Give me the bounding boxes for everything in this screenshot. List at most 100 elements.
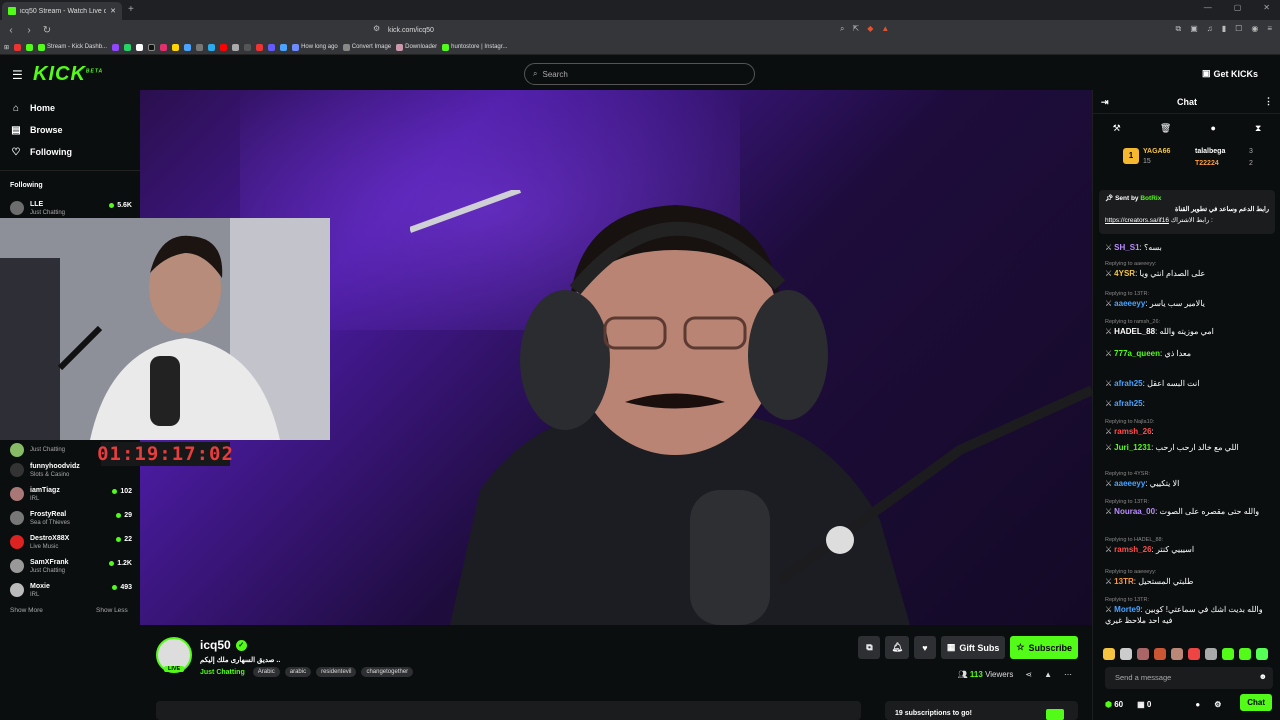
chat-username[interactable]: SH_S1 <box>1114 243 1139 252</box>
chat-username[interactable]: 13TR <box>1114 577 1134 586</box>
emoji-icon[interactable]: ☻ <box>1259 672 1267 681</box>
chat-username[interactable]: Nouraa_00 <box>1114 507 1155 516</box>
show-less-button[interactable]: Show Less <box>96 607 128 614</box>
bookmark-icon-12[interactable] <box>220 43 228 51</box>
bookmark-icon-4[interactable] <box>124 43 132 51</box>
chat-bubble-icon[interactable]: ● <box>1210 123 1215 133</box>
chat-message[interactable]: Replying to 13TR: ⚔ aaeeeyy: يالامير سب يا… <box>1105 290 1273 309</box>
chat-message[interactable]: ⚔ 777a_queen: معدا ذي <box>1105 348 1273 359</box>
sidebar-channel-frostyreal[interactable]: FrostyReal Sea of Thieves 29 <box>10 506 132 530</box>
chat-message[interactable]: Replying to 13TR: ⚔ Nouraa_00: والله حتى م… <box>1105 498 1273 517</box>
chat-username[interactable]: 777a_queen <box>1114 349 1160 358</box>
chat-message[interactable]: Replying to 4YSR: ⚔ aaeeeyy: الا يتكييي <box>1105 470 1273 489</box>
rewards-icon[interactable]: ▲ <box>881 24 889 34</box>
chat-message[interactable]: Replying to aaeeeyy: ⚔ 13TR: طلبتي المستحي… <box>1105 568 1273 587</box>
bookmark-icon-17[interactable] <box>280 43 288 51</box>
emote[interactable] <box>1120 648 1132 660</box>
tag[interactable]: residentevil <box>316 667 357 677</box>
chat-message[interactable]: ⚔ SH_S1: بسه؟ <box>1105 242 1273 253</box>
search-input[interactable]: ⌕ Search <box>524 63 755 85</box>
bookmark-downloader[interactable]: Downloader <box>396 43 437 51</box>
bookmark-icon-3[interactable] <box>112 43 120 51</box>
extension-icon[interactable]: ⧉ <box>1175 24 1181 34</box>
sidebar-channel-samxfrank[interactable]: SamXFrank Just Chatting 1.2K <box>10 554 132 578</box>
vpn-icon[interactable]: ◉ <box>1251 24 1258 34</box>
pinned-message[interactable]: 📌︎ Sent by BotRix رابط الدعم وساعد في تط… <box>1099 190 1275 234</box>
browser-tab[interactable]: icq50 Stream - Watch Live on Ki ✕ <box>2 2 122 20</box>
notification-button[interactable]: 🔔︎ <box>885 636 909 659</box>
bookmark-icon-7[interactable] <box>160 43 168 51</box>
hamburger-menu-icon[interactable]: ☰ <box>12 68 23 82</box>
share-icon[interactable]: ⇱ <box>852 24 859 34</box>
maximize-icon[interactable]: ▢ <box>1234 3 1242 12</box>
kick-logo[interactable]: KICKBETA <box>33 63 103 86</box>
chat-bubble-icon[interactable]: ● <box>1195 700 1200 709</box>
tag[interactable]: Arabic <box>252 667 280 677</box>
site-info-icon[interactable]: ⚙ <box>373 24 380 33</box>
send-chat-button[interactable]: Chat <box>1240 694 1272 711</box>
nav-following[interactable]: ♡ Following <box>0 141 140 163</box>
bookmark-icon-13[interactable] <box>232 43 240 51</box>
chat-message[interactable]: Replying to HADEL_88: ⚔ ramsh_26: اسيييي ك… <box>1105 536 1273 555</box>
minimize-icon[interactable]: — <box>1204 3 1212 12</box>
emote[interactable] <box>1171 648 1183 660</box>
chat-username[interactable]: 4YSR <box>1114 269 1135 278</box>
bookmark-icon-9[interactable] <box>184 43 192 51</box>
collapse-chat-icon[interactable]: ⇥ <box>1101 97 1109 108</box>
report-icon[interactable]: ▲ <box>1044 670 1052 679</box>
bookmark-kick-dashboard[interactable]: Stream - Kick Dashb... <box>38 43 107 51</box>
zoom-icon[interactable]: ⌕ <box>840 24 844 34</box>
chat-username[interactable]: aaeeeyy <box>1114 299 1145 308</box>
emote[interactable] <box>1137 648 1149 660</box>
hourglass-icon[interactable]: ⧗ <box>1255 123 1261 134</box>
chat-username[interactable]: afrah25 <box>1114 379 1142 388</box>
bookmark-icon-16[interactable] <box>268 43 276 51</box>
bookmark-icon-2[interactable] <box>26 43 34 51</box>
apps-icon[interactable]: ⊞ <box>4 44 9 51</box>
bookmark-icon-8[interactable] <box>172 43 180 51</box>
music-icon[interactable]: ♫ <box>1207 24 1213 34</box>
chat-message[interactable]: ⚔ afrah25: <box>1105 398 1273 409</box>
bookmark-icon-11[interactable] <box>208 43 216 51</box>
chat-username[interactable]: ramsh_26 <box>1114 427 1151 436</box>
bookmark-icon[interactable]: ☐ <box>1235 24 1242 34</box>
trash-icon[interactable]: 🗑︎ <box>1160 123 1171 134</box>
bookmark-icon-10[interactable] <box>196 43 204 51</box>
bookmark-how-long-ago[interactable]: How long ago <box>292 43 338 51</box>
chat-message[interactable]: Replying to Najla10: ⚔ ramsh_26: <box>1105 418 1273 437</box>
brave-shield-icon[interactable]: ◆ <box>867 24 873 34</box>
kicks-balance[interactable]: ⬢ 60 <box>1105 700 1123 709</box>
chat-message[interactable]: Replying to ramsh_26: ⚔ HADEL_88: امي موزي… <box>1105 318 1273 337</box>
sidebar-channel-iamtiagz[interactable]: iamTiagz IRL 102 <box>10 482 132 506</box>
emote[interactable] <box>1188 648 1200 660</box>
address-bar[interactable]: ⚙ kick.com/icq50 <box>370 23 910 37</box>
menu-icon[interactable]: ≡ <box>1267 24 1272 34</box>
bookmark-icon-6[interactable] <box>148 43 156 51</box>
emote[interactable] <box>1256 648 1268 660</box>
clip-button[interactable]: ⧉ <box>858 636 881 659</box>
chat-username[interactable]: HADEL_88 <box>1114 327 1155 336</box>
emote[interactable] <box>1222 648 1234 660</box>
bookmark-icon-5[interactable] <box>136 43 144 51</box>
close-tab-icon[interactable]: ✕ <box>110 7 116 15</box>
close-window-icon[interactable]: ✕ <box>1263 3 1270 12</box>
pinned-link[interactable]: https://creators.sa/if16 <box>1105 217 1169 224</box>
sidebar-channel-lle[interactable]: LLE Just Chatting 5.6K <box>10 196 132 220</box>
bookmark-icon-14[interactable] <box>244 43 252 51</box>
chat-options-icon[interactable]: ⋮ <box>1264 96 1273 107</box>
hammer-icon[interactable]: ⚒ <box>1113 123 1121 134</box>
channel-name[interactable]: icq50 ✓ <box>200 638 247 652</box>
emote[interactable] <box>1154 648 1166 660</box>
chat-username[interactable]: afrah25 <box>1114 399 1142 408</box>
show-more-button[interactable]: Show More <box>10 607 43 614</box>
back-icon[interactable]: ‹ <box>4 25 18 36</box>
chat-username[interactable]: ramsh_26 <box>1114 545 1151 554</box>
chat-message[interactable]: Replying to 13TR: ⚔ Morte9: والله بديت اشك… <box>1105 596 1273 626</box>
emote[interactable] <box>1103 648 1115 660</box>
bookmark-huntostore[interactable]: huntostore | Instagr... <box>442 43 507 51</box>
chat-message[interactable]: Replying to aaeeeyy: ⚔ 4YSR: على الصدام ان… <box>1105 260 1273 279</box>
get-kicks-button[interactable]: ▣ Get KICKs <box>1202 68 1258 79</box>
bookmark-icon-1[interactable] <box>14 43 22 51</box>
reload-icon[interactable]: ↻ <box>40 25 54 36</box>
chat-settings-icon[interactable]: ⚙ <box>1214 700 1221 709</box>
